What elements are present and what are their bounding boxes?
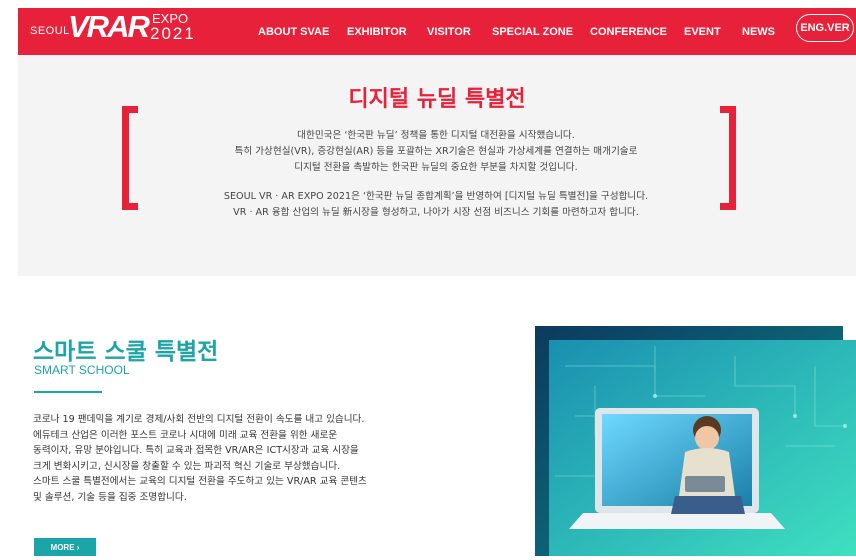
nav-label: EVENT — [684, 25, 721, 38]
eng-ver-button[interactable]: ENG.VER — [796, 14, 854, 42]
child-laptop-illustration — [535, 326, 856, 556]
nav-conference[interactable]: CONFERENCE — [590, 8, 667, 55]
digital-newdeal-section: 디지털 뉴딜 특별전 대한민국은 ‘한국판 뉴딜’ 정책을 통한 디지털 대전환… — [18, 55, 856, 276]
intro-line: 디지털 전환을 촉발하는 한국판 뉴딜의 중요한 부분을 차지할 것입니다. — [294, 162, 578, 173]
nav-label: SPECIAL ZONE — [492, 25, 574, 38]
nav-visitor[interactable]: VISITOR — [427, 8, 471, 55]
description-line: 동력이자, 유망 분야입니다. 특히 교육과 접목한 VR/AR은 ICT시장과… — [33, 445, 359, 456]
more-button[interactable]: MORE › — [34, 538, 96, 556]
nav-label: CONFERENCE — [590, 25, 668, 38]
description-line: 코로나 19 팬데믹을 계기로 경제/사회 전반의 디지털 전환이 속도를 내고… — [33, 414, 365, 425]
description-line: 크게 변화시키고, 신시장을 창출할 수 있는 파괴적 혁신 기술로 부상했습니… — [33, 460, 341, 472]
smart-school-image — [535, 326, 856, 556]
smart-school-subtitle: SMART SCHOOL — [34, 363, 130, 377]
left-bracket-decoration — [122, 106, 138, 210]
left-gutter — [0, 0, 18, 556]
nav-about[interactable]: ABOUT SVAE — [258, 8, 329, 55]
intro-paragraph-1: 대한민국은 ‘한국판 뉴딜’ 정책을 통한 디지털 대전환을 시작했습니다. 특… — [148, 128, 724, 176]
intro-paragraph-2: SEOUL VR · AR EXPO 2021은 ‘한국판 뉴딜 종합계획’을 … — [148, 189, 724, 221]
description-line: 및 솔루션, 기술 등을 집중 조명합니다. — [33, 491, 187, 503]
nav-event[interactable]: EVENT — [684, 8, 721, 55]
smart-school-title: 스마트 스쿨 특별전 — [33, 339, 219, 365]
nav-label: NEWS — [742, 25, 775, 38]
nav-news[interactable]: NEWS — [742, 8, 775, 55]
smart-school-description: 코로나 19 팬데믹을 계기로 경제/사회 전반의 디지털 전환이 속도를 내고… — [33, 412, 453, 505]
description-line: 에듀테크 산업은 이러한 포스트 코로나 시대에 미래 교육 전환을 위한 새로… — [33, 429, 338, 441]
logo-vrar: VRAR — [68, 9, 150, 44]
logo-seoul: SEOUL — [30, 25, 70, 37]
title-underline — [34, 391, 102, 393]
nav-label: ABOUT SVAE — [258, 25, 330, 38]
nav-label: EXHIBITOR — [347, 25, 407, 38]
intro-line: 특히 가상현실(VR), 증강현실(AR) 등을 포괄하는 XR기술은 현실과 … — [234, 146, 638, 157]
nav-exhibitor[interactable]: EXHIBITOR — [347, 8, 407, 55]
description-line: 스마트 스쿨 특별전에서는 교육의 디지털 전환을 주도하고 있는 VR/AR … — [33, 476, 367, 487]
intro-line: VR · AR 융합 산업의 뉴딜 新시장을 형성하고, 나아가 시장 선점 비… — [233, 207, 639, 218]
intro-line: 대한민국은 ‘한국판 뉴딜’ 정책을 통한 디지털 대전환을 시작했습니다. — [297, 130, 575, 141]
intro-line: SEOUL VR · AR EXPO 2021은 ‘한국판 뉴딜 종합계획’을 … — [223, 191, 649, 202]
logo-year: 2021 — [150, 24, 196, 43]
site-header: SEOUL VRAR EXPO 2021 ABOUT SVAE EXHIBITO… — [18, 8, 856, 55]
nav-label: VISITOR — [427, 25, 471, 38]
nav-special-zone[interactable]: SPECIAL ZONE — [492, 8, 573, 55]
